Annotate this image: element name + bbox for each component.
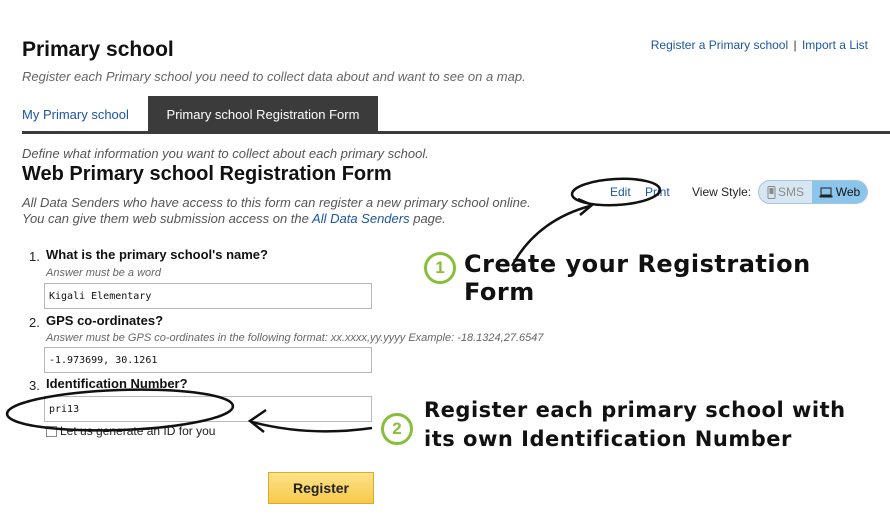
annotation-badge-2: 2 [381, 413, 413, 445]
id-input-highlight-circle [5, 388, 235, 432]
annotation-text-2-line1: Register each primary school with [424, 398, 846, 422]
annotation-text-2-line2: its own Identification Number [424, 427, 792, 451]
annotation-arrow-2 [251, 420, 373, 433]
annotation-badge-1: 1 [424, 252, 456, 284]
annotation-text-1: Create your Registration Form [464, 250, 811, 306]
